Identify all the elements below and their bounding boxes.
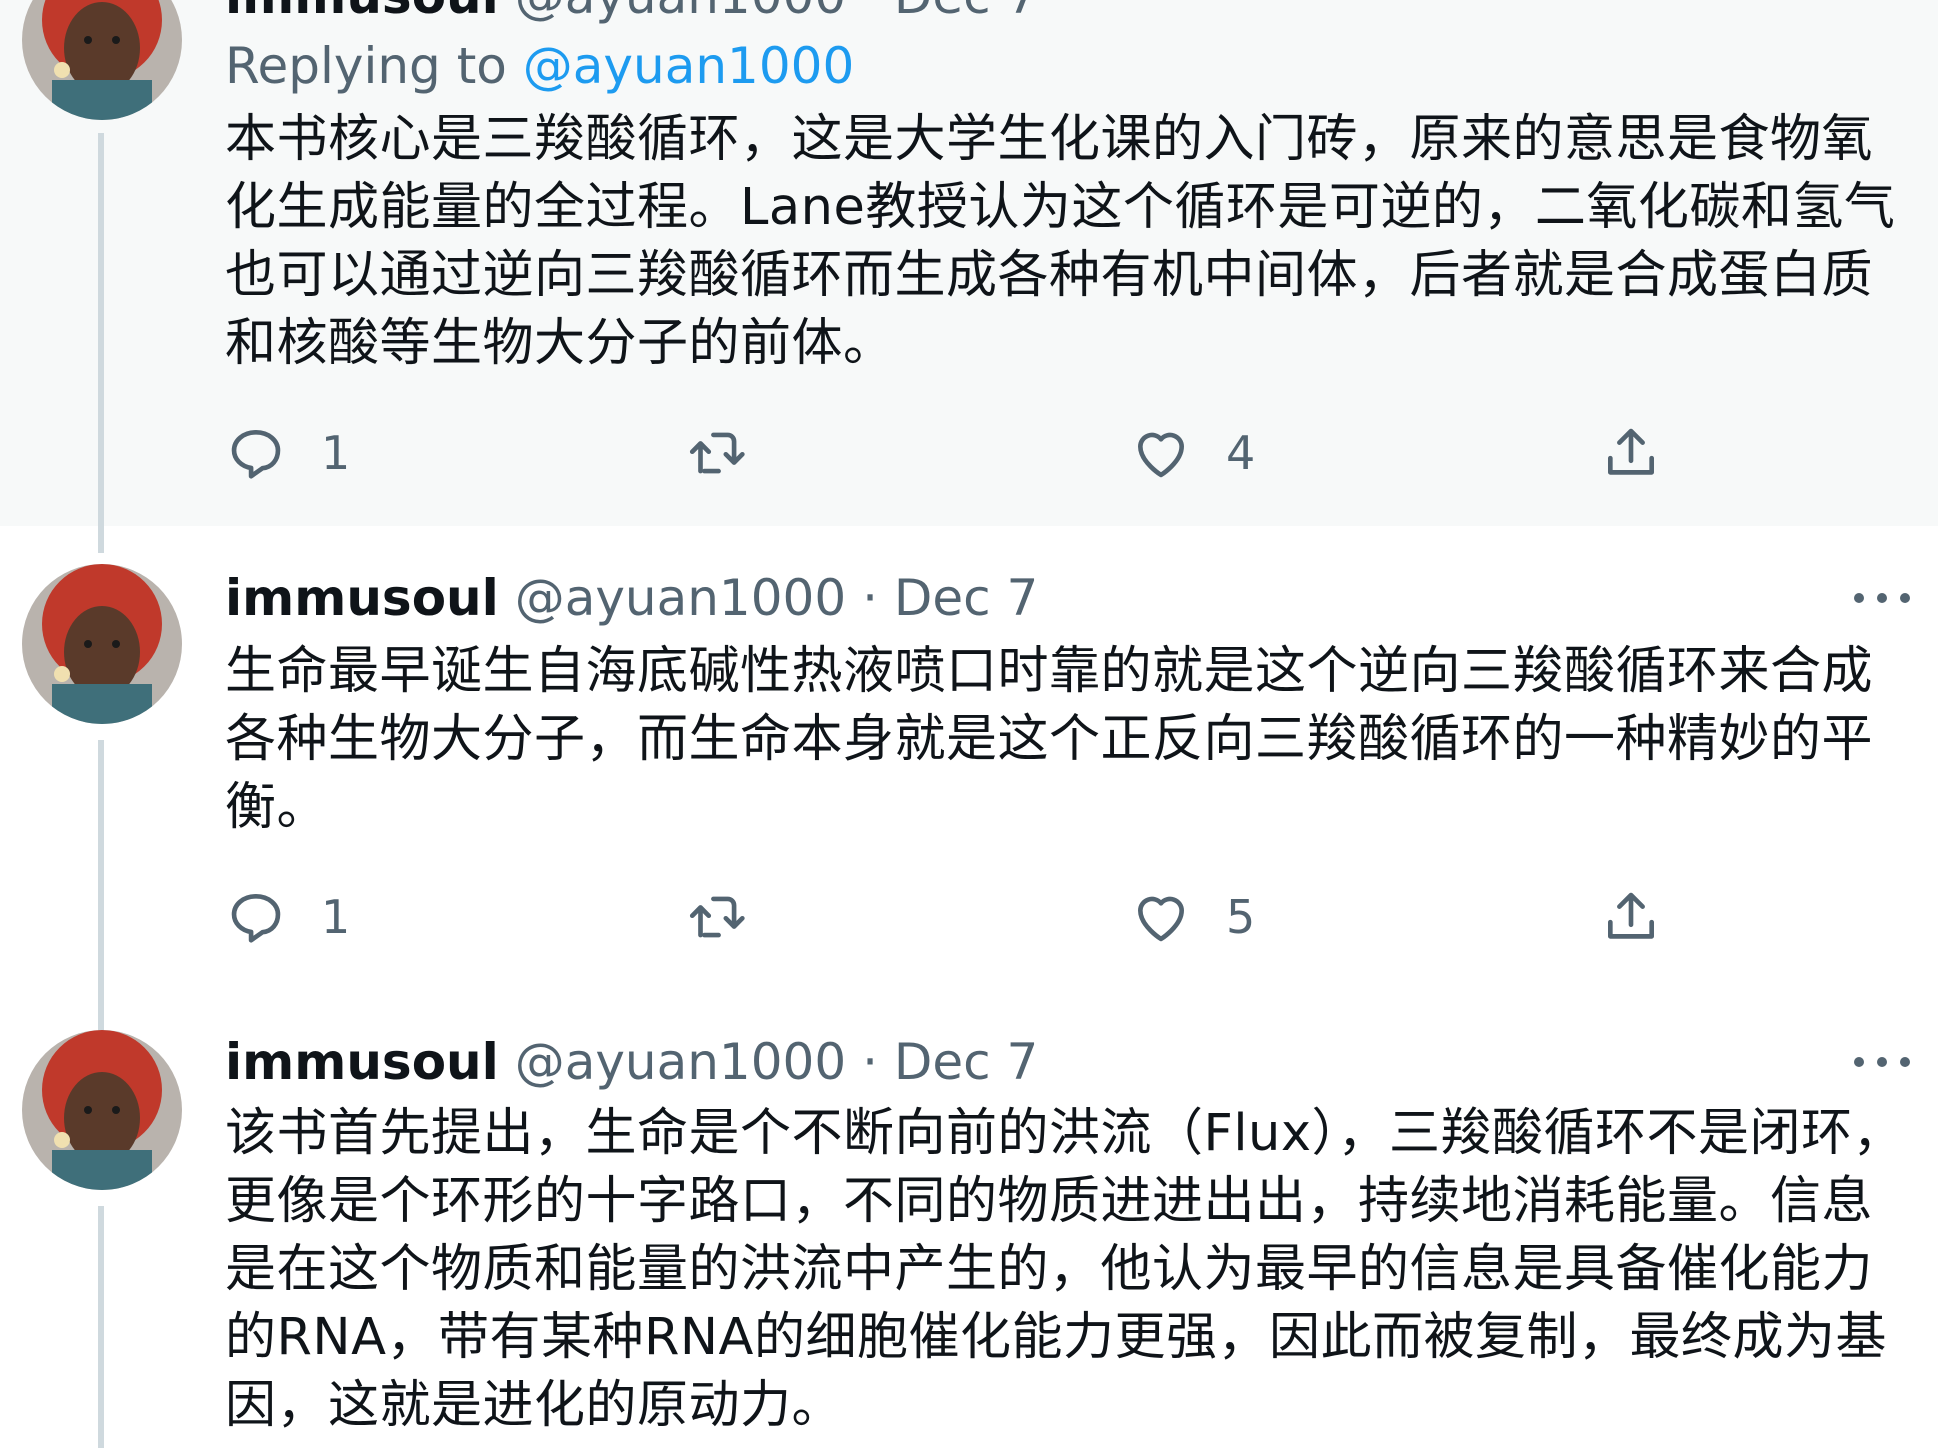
more-icon xyxy=(1877,593,1887,603)
avatar[interactable] xyxy=(22,564,182,724)
like-button[interactable]: 5 xyxy=(1130,882,1255,952)
heart-icon xyxy=(1138,896,1184,942)
tweet-actions: 1 4 xyxy=(225,418,1705,488)
replying-to: Replying to @ayuan1000 xyxy=(225,36,854,96)
user-name[interactable]: immusoul xyxy=(225,1033,499,1091)
share-icon xyxy=(1608,428,1654,475)
tweet-text: 生命最早诞生自海底碱性热液喷口时靠的就是这个逆向三羧酸循环来合成各种生物大分子，… xyxy=(225,642,1874,837)
heart-icon xyxy=(1138,432,1184,478)
reply-count: 1 xyxy=(321,426,351,480)
retweet-icon xyxy=(689,432,745,474)
like-button[interactable]: 4 xyxy=(1130,418,1255,488)
share-icon xyxy=(1608,892,1654,939)
retweet-button[interactable] xyxy=(685,882,781,952)
share-button[interactable] xyxy=(1600,882,1662,952)
user-name[interactable]: immusoul xyxy=(225,0,499,25)
tweet-second[interactable]: immusoul @ayuan1000 · Dec 7 生命最早诞生自海底碱性热… xyxy=(0,526,1938,1040)
thread-line xyxy=(98,1206,104,1448)
reply-icon xyxy=(231,894,281,943)
replying-handle-link[interactable]: @ayuan1000 xyxy=(523,37,855,95)
retweet-icon xyxy=(689,896,745,938)
user-handle[interactable]: @ayuan1000 xyxy=(515,569,847,627)
like-count: 4 xyxy=(1226,426,1256,480)
share-button[interactable] xyxy=(1600,418,1662,488)
more-options-button[interactable] xyxy=(1854,1047,1910,1077)
reply-count: 1 xyxy=(321,890,351,944)
separator: · xyxy=(862,1033,878,1091)
thread-line xyxy=(98,133,104,553)
like-count: 5 xyxy=(1226,890,1256,944)
reply-icon xyxy=(231,430,281,479)
avatar-image xyxy=(22,564,182,724)
user-handle[interactable]: @ayuan1000 xyxy=(515,1033,847,1091)
separator: · xyxy=(862,0,878,25)
reply-button[interactable]: 1 xyxy=(225,882,350,952)
tweet-date[interactable]: Dec 7 xyxy=(894,0,1038,25)
more-icon xyxy=(1900,593,1910,603)
avatar[interactable] xyxy=(22,0,182,120)
tweet-third[interactable]: immusoul @ayuan1000 · Dec 7 该书首先提出，生命是个不… xyxy=(0,990,1938,1448)
tweet-actions: 1 5 xyxy=(225,882,1705,952)
avatar[interactable] xyxy=(22,1030,182,1190)
user-handle[interactable]: @ayuan1000 xyxy=(515,0,847,25)
tweet-top[interactable]: immusoul @ayuan1000 · Dec 7 Replying to … xyxy=(0,0,1938,553)
more-icon xyxy=(1900,1057,1910,1067)
more-icon xyxy=(1854,1057,1864,1067)
more-icon xyxy=(1877,1057,1887,1067)
avatar-image xyxy=(22,0,182,120)
tweet-text: 该书首先提出，生命是个不断向前的洪流（Flux），三羧酸循环不是闭环，更像是个环… xyxy=(225,1104,1905,1435)
tweet-header: immusoul @ayuan1000 · Dec 7 xyxy=(225,1032,1038,1092)
retweet-button[interactable] xyxy=(685,418,781,488)
more-options-button[interactable] xyxy=(1854,583,1910,613)
tweet-header: immusoul @ayuan1000 · Dec 7 xyxy=(225,0,1038,26)
tweet-date[interactable]: Dec 7 xyxy=(894,569,1038,627)
tweet-text: 本书核心是三羧酸循环，这是大学生化课的入门砖，原来的意思是食物氧化生成能量的全过… xyxy=(225,110,1896,373)
replying-prefix: Replying to xyxy=(225,37,507,95)
separator: · xyxy=(862,569,878,627)
avatar-image xyxy=(22,1030,182,1190)
user-name[interactable]: immusoul xyxy=(225,569,499,627)
reply-button[interactable]: 1 xyxy=(225,418,350,488)
tweet-date[interactable]: Dec 7 xyxy=(894,1033,1038,1091)
more-icon xyxy=(1854,593,1864,603)
tweet-header: immusoul @ayuan1000 · Dec 7 xyxy=(225,568,1038,628)
twitter-thread: immusoul @ayuan1000 · Dec 7 Replying to … xyxy=(0,0,1938,1448)
